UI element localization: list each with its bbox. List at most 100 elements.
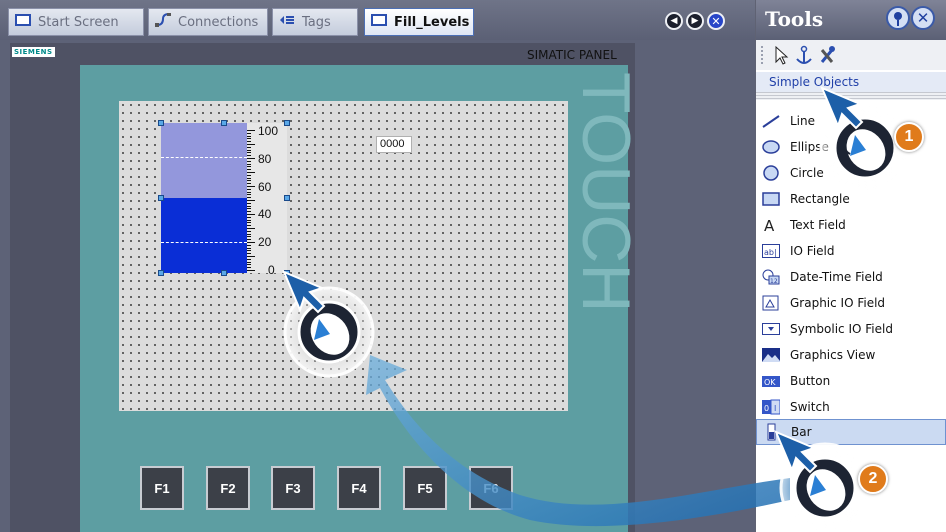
function-key-f6[interactable]: F6 [469, 466, 513, 510]
tools-title: Tools [765, 7, 824, 31]
tool-item-io-field[interactable]: ab| IO Field [756, 239, 946, 263]
scale-tick [247, 222, 251, 223]
screen-icon [15, 14, 31, 30]
scale-tick [247, 172, 255, 173]
scale-tick [247, 144, 255, 145]
scale-tick [247, 256, 255, 257]
scale-tick [247, 248, 251, 249]
scale-tick [247, 236, 251, 237]
scale-tick [247, 259, 251, 260]
tool-item-switch[interactable]: 0I Switch [756, 395, 946, 419]
tab-start-screen[interactable]: Start Screen [8, 8, 144, 36]
symbolic-io-icon [762, 321, 780, 337]
scale-tick [247, 169, 251, 170]
scale-tick [247, 138, 251, 139]
tool-item-rectangle[interactable]: Rectangle [756, 187, 946, 211]
close-icon[interactable]: ✕ [707, 12, 725, 30]
tab-label: Tags [302, 14, 331, 30]
scale-tick [247, 228, 255, 229]
io-field[interactable]: 0000 [376, 136, 412, 153]
pointer-icon[interactable] [775, 45, 789, 65]
resize-handle[interactable] [158, 120, 164, 126]
svg-text:ab|: ab| [764, 248, 777, 257]
function-key-f3[interactable]: F3 [271, 466, 315, 510]
scale-tick [247, 178, 251, 179]
limit-line-upper [161, 157, 247, 158]
resize-handle[interactable] [221, 270, 227, 276]
tool-label: Line [790, 114, 816, 128]
line-icon [762, 113, 780, 129]
svg-text:0: 0 [764, 404, 769, 413]
tool-label: IO Field [790, 244, 835, 258]
simple-objects-header[interactable]: Simple Objects [756, 72, 946, 92]
nav-left-icon[interactable]: ◀ [665, 12, 683, 30]
tools-toolbar [756, 40, 946, 70]
date-time-icon: 12 [762, 269, 780, 285]
scale-tick [247, 206, 251, 207]
tool-item-button[interactable]: OK Button [756, 369, 946, 393]
tool-item-graphic-io-field[interactable]: Graphic IO Field [756, 291, 946, 315]
resize-handle[interactable] [284, 270, 290, 276]
tool-item-date-time-field[interactable]: 12 Date-Time Field [756, 265, 946, 289]
scale-tick [247, 262, 251, 263]
panel-model-label: SIMATIC PANEL [527, 48, 617, 62]
nav-right-icon[interactable]: ▶ [686, 12, 704, 30]
section-divider [756, 92, 946, 100]
scale-tick [247, 152, 251, 153]
resize-handle[interactable] [284, 195, 290, 201]
resize-handle[interactable] [158, 195, 164, 201]
scale-label: 100 [258, 124, 279, 138]
tool-item-text-field[interactable]: A Text Field [756, 213, 946, 237]
anchor-icon[interactable] [796, 45, 812, 64]
resize-handle[interactable] [284, 120, 290, 126]
tool-label: Date-Time Field [790, 270, 883, 284]
scale-tick [247, 231, 251, 232]
scale-tick [247, 245, 251, 246]
tool-item-circle[interactable]: Circle [756, 161, 946, 185]
text-field-icon: A [762, 217, 780, 233]
tool-label: Rectangle [790, 192, 850, 206]
scale-tick [247, 150, 251, 151]
svg-text:I: I [774, 404, 776, 413]
function-key-f4[interactable]: F4 [337, 466, 381, 510]
function-key-f1[interactable]: F1 [140, 466, 184, 510]
tab-label: Start Screen [38, 14, 119, 30]
tool-label: Circle [790, 166, 824, 180]
scale-tick [247, 197, 251, 198]
tab-bar: Start Screen Connections Tags Fill_Level… [0, 0, 755, 40]
scale-tick [247, 130, 255, 131]
close-icon[interactable]: ✕ [911, 6, 935, 30]
function-key-f5[interactable]: F5 [403, 466, 447, 510]
tool-label: Text Field [790, 218, 846, 232]
scale-tick [247, 208, 251, 209]
scale-tick [247, 183, 251, 184]
scale-tick [247, 189, 251, 190]
tool-item-graphics-view[interactable]: Graphics View [756, 343, 946, 367]
tool-label: Bar [791, 425, 812, 439]
pin-icon[interactable] [886, 6, 910, 30]
scale-tick [247, 155, 251, 156]
tool-label: Symbolic IO Field [790, 322, 893, 336]
scale-tick [247, 264, 251, 265]
tools-icon[interactable] [820, 46, 835, 63]
tool-label: Button [790, 374, 831, 388]
section-label: Simple Objects [769, 75, 860, 89]
scale-tick [247, 234, 251, 235]
step-badge-2: 2 [858, 464, 888, 494]
resize-handle[interactable] [158, 270, 164, 276]
tool-label: Switch [790, 400, 830, 414]
tool-item-bar[interactable]: Bar [756, 419, 946, 445]
function-key-f2[interactable]: F2 [206, 466, 250, 510]
tab-tags[interactable]: Tags [272, 8, 358, 36]
tab-fill-levels[interactable]: Fill_Levels [364, 8, 474, 36]
bar-icon [763, 423, 781, 441]
scale-tick [247, 175, 251, 176]
touch-label: TOUCH [568, 72, 644, 313]
scale-label: 20 [258, 235, 272, 249]
tab-connections[interactable]: Connections [148, 8, 268, 36]
tags-icon [279, 14, 295, 30]
tool-item-symbolic-io-field[interactable]: Symbolic IO Field [756, 317, 946, 341]
scale-tick [247, 141, 251, 142]
resize-handle[interactable] [221, 120, 227, 126]
scale-tick [247, 203, 251, 204]
